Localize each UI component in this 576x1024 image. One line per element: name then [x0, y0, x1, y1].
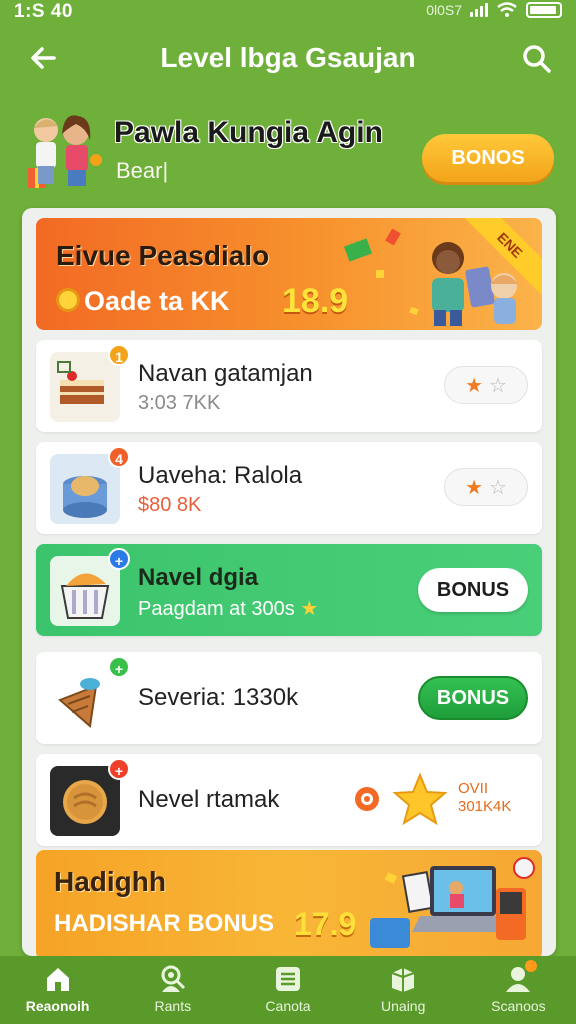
jar-thumbnail: 4	[50, 446, 130, 524]
cookie-thumbnail: +	[50, 758, 130, 836]
notification-dot	[524, 960, 537, 972]
avatar	[28, 115, 102, 188]
battery-icon	[526, 2, 562, 18]
tab-label: Rants	[154, 998, 192, 1014]
search-person-icon	[161, 965, 185, 992]
banner-title: Eivue Peasdialo	[56, 240, 270, 271]
page-title: Level lbga Gsaujan	[160, 42, 416, 73]
row-badge: 1	[108, 344, 130, 366]
list-item-highlighted[interactable]: + Navel dgia Paagdam at 300s ★ BONUS	[36, 544, 542, 636]
app-bar: Level lbga Gsaujan	[0, 30, 576, 90]
rating-pill[interactable]: ★ ☆	[444, 366, 528, 404]
row-badge: +	[108, 758, 130, 780]
star-icon: ★	[300, 598, 319, 620]
box-icon	[391, 968, 415, 992]
status-bar: 1:S 40 0l0S7	[0, 0, 576, 26]
pie-slice-thumbnail: +	[50, 656, 130, 734]
row-subtitle: 3:03 7KK	[138, 392, 221, 414]
banner-subtitle: Oade ta KK	[56, 286, 230, 317]
profile-name: Pawla Kungia Agin	[114, 116, 383, 149]
row-subtitle: Paagdam at 300s ★	[138, 598, 319, 620]
basket-thumbnail: +	[50, 548, 130, 626]
row-title: Uaveha: Ralola	[138, 462, 303, 489]
tab-canota[interactable]: Canota	[230, 956, 345, 1024]
row-title: Nevel rtamak	[138, 786, 280, 813]
bonus-button[interactable]: BONOS	[422, 134, 554, 182]
row-title: Navel dgia	[138, 564, 259, 591]
tab-label: Scanoos	[491, 998, 546, 1014]
list-item[interactable]: + Severia: 1330k BONUS	[36, 652, 542, 744]
wifi-icon	[497, 2, 517, 17]
row-extra-info: OVII 301K4K	[458, 780, 512, 815]
tab-label: Unaing	[381, 998, 426, 1014]
star-icon: ★	[465, 476, 483, 499]
home-icon	[46, 968, 69, 991]
tab-label: Reaonoih	[25, 998, 90, 1014]
status-time: 1:S 40	[14, 1, 73, 22]
banner-title: Hadighh	[54, 866, 166, 897]
tab-unaing[interactable]: Unaing	[346, 956, 461, 1024]
promo-banner-bottom[interactable]: Hadighh HADISHAR BONUS 17.9	[36, 850, 542, 956]
profile-subtitle: Bear|	[116, 158, 169, 183]
row-title: Navan gatamjan	[138, 360, 313, 387]
star-outline-icon: ☆	[489, 476, 507, 499]
row-title: Severia: 1330k	[138, 684, 299, 711]
star-icon	[392, 772, 448, 826]
target-icon	[355, 787, 379, 811]
bottom-tab-bar: Reaonoih Rants Canota Unaing Scanoos	[0, 956, 576, 1024]
promo-banner-top[interactable]: Eivue Peasdialo Oade ta KK 18.9 ENE	[36, 218, 542, 330]
star-outline-icon: ☆	[489, 374, 507, 397]
bonus-button[interactable]: BONUS	[418, 568, 528, 612]
bonus-button[interactable]: BONUS	[418, 676, 528, 720]
row-badge: 4	[108, 446, 130, 468]
list-item[interactable]: + Nevel rtamak OVII 301K4K	[36, 754, 542, 846]
laptop-illustration	[370, 857, 535, 948]
signal-icon	[470, 3, 488, 17]
network-label: 0l0S7	[426, 2, 462, 18]
row-badge: +	[108, 656, 130, 678]
search-icon[interactable]	[520, 42, 554, 76]
coin-icon	[56, 287, 80, 312]
tab-label: Canota	[265, 998, 311, 1014]
banner-subtitle: HADISHAR BONUS	[54, 910, 275, 937]
list-item[interactable]: 1 Navan gatamjan 3:03 7KK ★ ☆	[36, 340, 542, 432]
rewards-panel: Eivue Peasdialo Oade ta KK 18.9 ENE 1 Na…	[22, 208, 556, 956]
profile-header: Pawla Kungia Agin Bear| BONOS	[0, 100, 576, 200]
tab-home[interactable]: Reaonoih	[0, 956, 115, 1024]
list-item[interactable]: 4 Uaveha: Ralola $80 8K ★ ☆	[36, 442, 542, 534]
row-badge: +	[108, 548, 130, 570]
rating-pill[interactable]: ★ ☆	[444, 468, 528, 506]
star-icon: ★	[465, 374, 483, 397]
cake-thumbnail: 1	[50, 344, 130, 422]
tab-rants[interactable]: Rants	[115, 956, 230, 1024]
row-subtitle: $80 8K	[138, 494, 202, 516]
list-icon	[276, 967, 300, 991]
tab-scanoos[interactable]: Scanoos	[461, 956, 576, 1024]
